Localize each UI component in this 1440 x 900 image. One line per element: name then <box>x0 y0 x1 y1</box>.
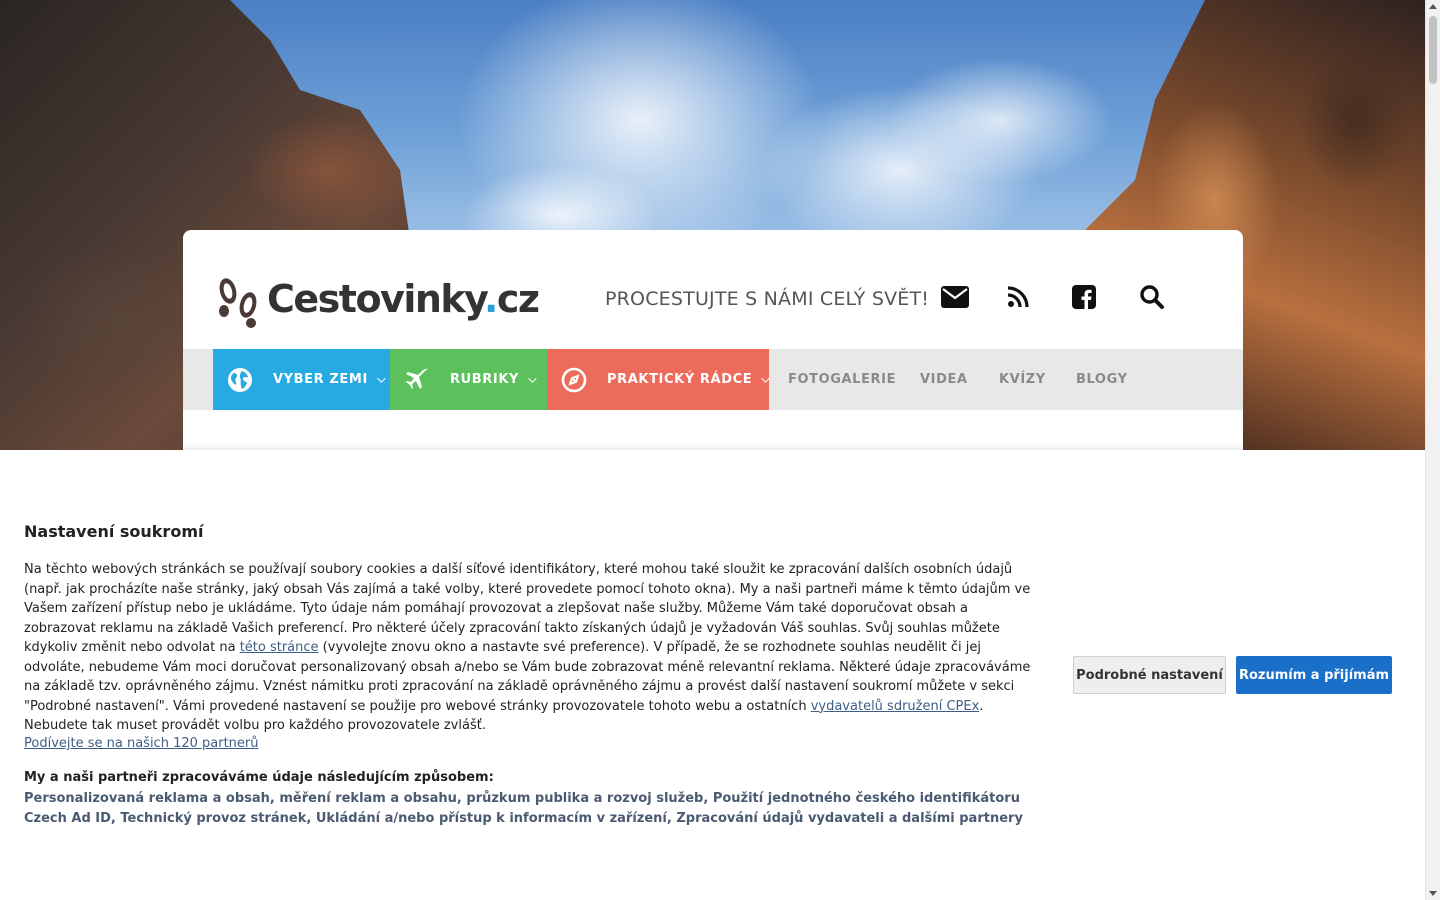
site-header-card: Cestovinky.cz PROCESTUJTE S NÁMI CELÝ SV… <box>183 230 1243 450</box>
scroll-up-icon[interactable] <box>1429 4 1437 9</box>
search-icon[interactable] <box>1137 282 1167 312</box>
detailed-settings-button[interactable]: Podrobné nastavení <box>1073 656 1226 694</box>
logo-text-tld: cz <box>496 277 540 321</box>
chevron-down-icon <box>761 373 770 383</box>
facebook-icon[interactable] <box>1069 282 1099 312</box>
cpex-publishers-link[interactable]: vydavatelů sdružení CPEx <box>811 699 980 714</box>
logo-text-main: Cestovinky <box>267 277 485 321</box>
nav-item-videa[interactable]: VIDEA <box>920 349 968 410</box>
accept-button[interactable]: Rozumím a přijímám <box>1236 656 1392 694</box>
header-row: Cestovinky.cz PROCESTUJTE S NÁMI CELÝ SV… <box>183 230 1243 349</box>
partners-link[interactable]: Podívejte se na našich 120 partnerů <box>24 736 259 751</box>
nav-item-blogy[interactable]: BLOGY <box>1076 349 1128 410</box>
consent-text: Na těchto webových stránkách se používaj… <box>24 560 1039 736</box>
logo-text-dot: . <box>483 277 498 321</box>
rss-icon[interactable] <box>1003 282 1033 312</box>
chevron-down-icon <box>528 373 537 383</box>
consent-title: Nastavení soukromí <box>24 522 204 541</box>
nav-item-rubriky[interactable]: RUBRIKY <box>390 349 547 410</box>
purposes-heading: My a naši partneři zpracováváme údaje ná… <box>24 770 494 785</box>
main-nav: VYBER ZEMI RUBRIKY PRAKTICKÝ RÁDCE FOTOG… <box>183 349 1243 410</box>
logo-text: Cestovinky.cz <box>267 277 540 321</box>
nav-label: PRAKTICKÝ RÁDCE <box>607 372 753 387</box>
footprints-icon <box>213 269 263 329</box>
nav-label: RUBRIKY <box>450 372 520 387</box>
site-tagline: PROCESTUJTE S NÁMI CELÝ SVĚT! <box>605 288 930 310</box>
nav-label: VYBER ZEMI <box>273 372 368 387</box>
nav-item-prakticky-radce[interactable]: PRAKTICKÝ RÁDCE <box>547 349 770 410</box>
globe-icon <box>227 367 253 393</box>
scroll-down-icon[interactable] <box>1429 891 1437 896</box>
envelope-icon[interactable] <box>940 282 970 312</box>
nav-item-kvizy[interactable]: KVÍZY <box>999 349 1046 410</box>
content-area-top <box>183 442 1243 450</box>
nav-item-vyber-zemi[interactable]: VYBER ZEMI <box>213 349 390 410</box>
purposes-list: Personalizovaná reklama a obsah, měření … <box>24 791 1023 826</box>
scroll-thumb[interactable] <box>1429 16 1437 84</box>
site-logo[interactable]: Cestovinky.cz <box>213 268 540 330</box>
privacy-consent-panel: Nastavení soukromí Na těchto webových st… <box>0 450 1425 900</box>
plane-icon <box>404 367 430 393</box>
page-scrollbar[interactable] <box>1425 0 1440 900</box>
chevron-down-icon <box>377 373 386 383</box>
this-page-link[interactable]: této stránce <box>240 640 319 655</box>
nav-item-fotogalerie[interactable]: FOTOGALERIE <box>788 349 896 410</box>
compass-icon <box>561 367 587 393</box>
